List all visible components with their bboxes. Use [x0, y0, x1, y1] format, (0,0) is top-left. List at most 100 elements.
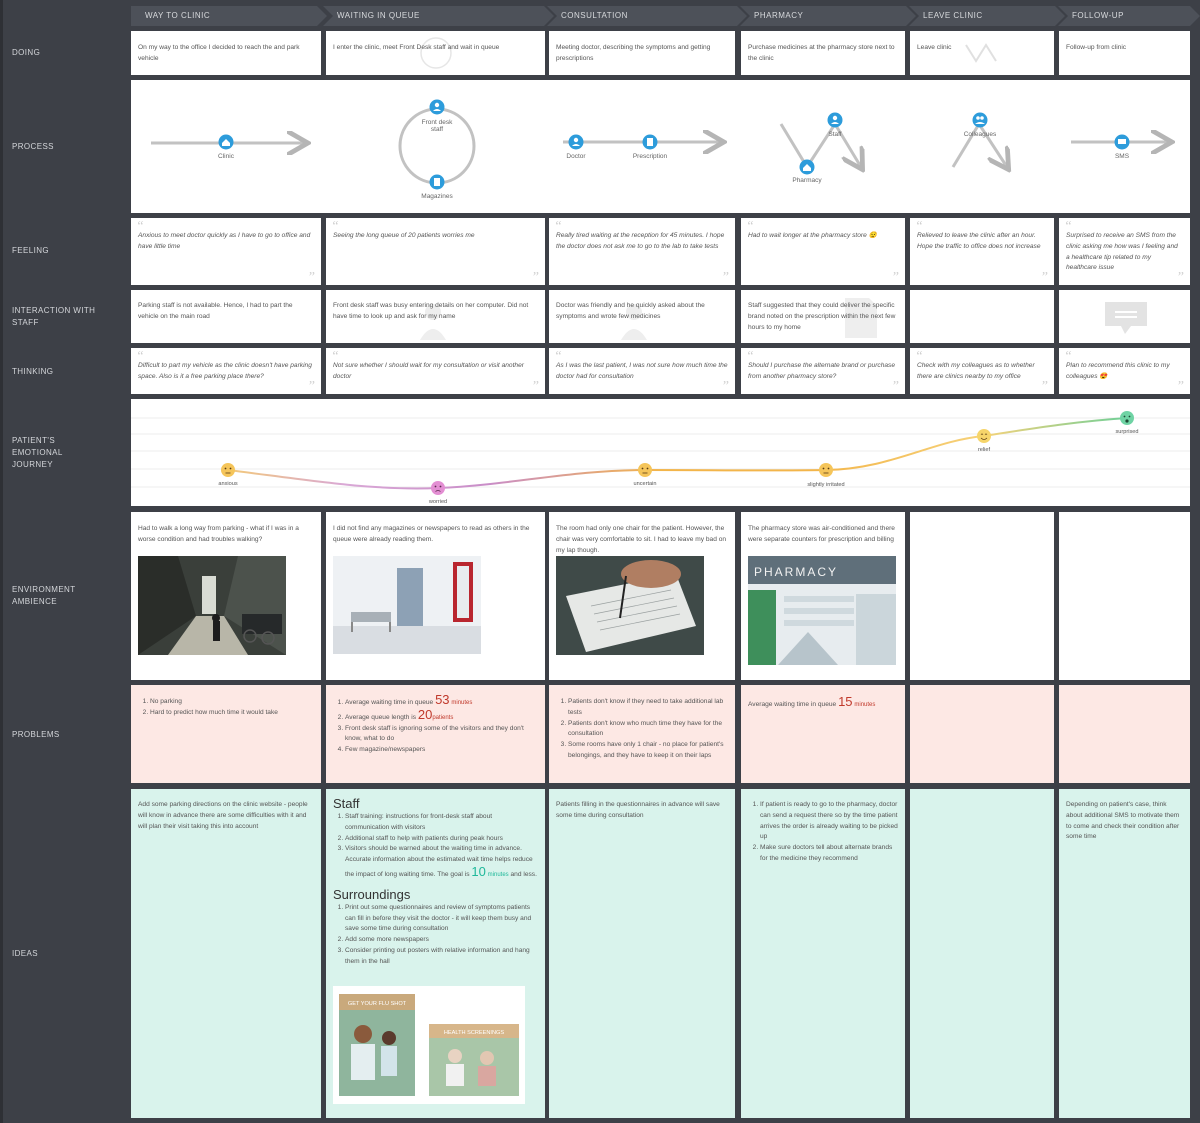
doing-followup: Follow-up from clinic: [1059, 31, 1190, 75]
front-desk-node-icon: [429, 99, 445, 115]
interaction-way: Parking staff is not available. Hence, I…: [131, 290, 321, 343]
row-label-emotional: PATIENT'S EMOTIONAL JOURNEY: [12, 436, 63, 469]
text: minutes: [451, 700, 473, 706]
thinking-consultation: “” As I was the last patient, I was not …: [549, 348, 735, 394]
text: Average waiting time in queue: [748, 701, 837, 708]
pharmacy-node-icon: [799, 159, 815, 175]
text: minutes: [854, 702, 876, 708]
pharmacy-sign-text: PHARMACY: [754, 565, 838, 579]
row-label-interaction: INTERACTION WITH STAFF: [12, 306, 96, 327]
ideas-queue: Staff Staff training: instructions for f…: [326, 789, 545, 1118]
text: Seeing the long queue of 20 patients wor…: [333, 232, 475, 239]
doing-pharmacy: Purchase medicines at the pharmacy store…: [741, 31, 905, 75]
ideas-pharmacy: If patient is ready to go to the pharmac…: [741, 789, 905, 1118]
uncertain-label: uncertain: [633, 481, 656, 487]
ideas-way: Add some parking directions on the clini…: [131, 789, 321, 1118]
anxious-label: anxious: [218, 481, 237, 487]
row-label-ideas: IDEAS: [12, 949, 39, 958]
row-label-thinking: THINKING: [12, 367, 54, 376]
text: Add some parking directions on the clini…: [138, 801, 308, 830]
prescription-label: Prescription: [633, 153, 668, 160]
text: Add some more newspapers: [345, 935, 538, 946]
thinking-pharmacy: “” Should I purchase the alternate brand…: [741, 348, 905, 394]
text: Print out some questionnaires and review…: [345, 903, 538, 935]
text: Anxious to meet doctor quickly as I have…: [138, 232, 311, 250]
text: Had to wait longer at the pharmacy store…: [748, 232, 877, 239]
chat-bubble-icon: [1105, 302, 1147, 334]
front-desk-label: Front desk staff: [422, 119, 453, 133]
text: Staff training: instructions for front-d…: [345, 812, 538, 834]
text: Not sure whether I should wait for my co…: [333, 362, 524, 380]
magazines-node-icon: [429, 174, 445, 190]
text: patients: [432, 714, 454, 721]
text: I enter the clinic, meet Front Desk staf…: [333, 44, 500, 51]
irritated-emoji-icon: [819, 463, 833, 477]
text: 53: [435, 692, 450, 707]
text: Follow-up from clinic: [1066, 44, 1127, 51]
poster-flu-title: GET YOUR FLU SHOT: [348, 1001, 407, 1007]
environment-queue: I did not find any magazines or newspape…: [326, 512, 545, 680]
text: Parking staff is not available. Hence, I…: [138, 302, 293, 320]
stage-pharmacy: PHARMACY: [740, 6, 916, 26]
anxious-emoji-icon: [221, 463, 235, 477]
surprised-emoji-icon: [1120, 411, 1134, 425]
text: Really tired waiting at the reception fo…: [556, 232, 725, 250]
text: 10: [471, 863, 486, 879]
text: 15: [838, 694, 853, 709]
thinking-way: “” Difficult to part my vehicle as the c…: [131, 348, 321, 394]
row-label-feeling: FEELING: [12, 246, 50, 255]
relief-label: relief: [978, 447, 991, 453]
stage-consultation: CONSULTATION: [547, 6, 747, 26]
stage-follow-up: FOLLOW-UP: [1058, 6, 1200, 26]
text: Consider printing out posters with relat…: [345, 946, 538, 968]
colleagues-label: Colleagues: [964, 131, 997, 138]
emotional-journey-chart: anxious worried uncertain slightly irrit…: [131, 399, 1190, 506]
text: Meeting doctor, describing the symptoms …: [556, 44, 711, 62]
text: Front desk staff was busy entering detai…: [333, 302, 529, 320]
thinking-queue: “” Not sure whether I should wait for my…: [326, 348, 545, 394]
environment-leave: [910, 512, 1054, 680]
text: Check with my colleagues as to whether t…: [917, 362, 1035, 380]
text: Hard to predict how much time it would t…: [150, 708, 314, 719]
interaction-followup: [1059, 290, 1190, 343]
emotion-curve: anxious worried uncertain slightly irrit…: [131, 411, 1190, 505]
text: Had to walk a long way from parking - wh…: [138, 525, 299, 543]
text: Surprised to receive an SMS from the cli…: [1066, 232, 1178, 272]
environment-followup: [1059, 512, 1190, 680]
text: Should I purchase the alternate brand or…: [748, 362, 895, 380]
doing-leave: Leave clinic: [910, 31, 1054, 75]
feeling-pharmacy: “” Had to wait longer at the pharmacy st…: [741, 218, 905, 285]
text: The pharmacy store was air-conditioned a…: [748, 525, 895, 543]
colleagues-node-icon: [972, 112, 988, 128]
problems-followup: [1059, 685, 1190, 783]
text: Patients don't know who much time they h…: [568, 719, 728, 741]
text: Some rooms have only 1 chair - no place …: [568, 740, 728, 762]
text: The room had only one chair for the pati…: [556, 525, 727, 554]
row-label-process: PROCESS: [12, 142, 54, 151]
interaction-leave: [910, 290, 1054, 343]
environment-pharmacy: The pharmacy store was air-conditioned a…: [741, 512, 905, 680]
doing-queue: I enter the clinic, meet Front Desk staf…: [326, 31, 545, 75]
text: Relieved to leave the clinic after an ho…: [917, 232, 1041, 250]
text: Front desk staff is ignoring some of the…: [345, 724, 538, 746]
doctor-node-icon: [568, 134, 584, 150]
worried-label: worried: [428, 499, 447, 505]
journey-map-board: WAY TO CLINIC WAITING IN QUEUE CONSULTAT…: [0, 0, 1200, 1123]
row-label-environment: ENVIRONMENT AMBIENCE: [12, 585, 76, 606]
text: Make sure doctors tell about alternate b…: [760, 843, 898, 865]
stage-waiting-in-queue: WAITING IN QUEUE: [323, 6, 554, 26]
staff-node-icon: [827, 112, 843, 128]
feeling-followup: “” Surprised to receive an SMS from the …: [1059, 218, 1190, 285]
text: and less.: [510, 870, 537, 878]
ideas-leave: [910, 789, 1054, 1118]
doing-way: On my way to the office I decided to rea…: [131, 31, 321, 75]
surprised-label: surprised: [1115, 429, 1138, 435]
problems-leave: [910, 685, 1054, 783]
problems-way: No parking Hard to predict how much time…: [131, 685, 321, 783]
environment-way: Had to walk a long way from parking - wh…: [131, 512, 321, 680]
text: Average queue length is: [345, 713, 416, 721]
interaction-queue: Front desk staff was busy entering detai…: [326, 290, 545, 343]
problems-pharmacy: Average waiting time in queue 15 minutes: [741, 685, 905, 783]
street-photo: [138, 556, 286, 655]
text: Patients don't know if they need to take…: [568, 697, 728, 719]
